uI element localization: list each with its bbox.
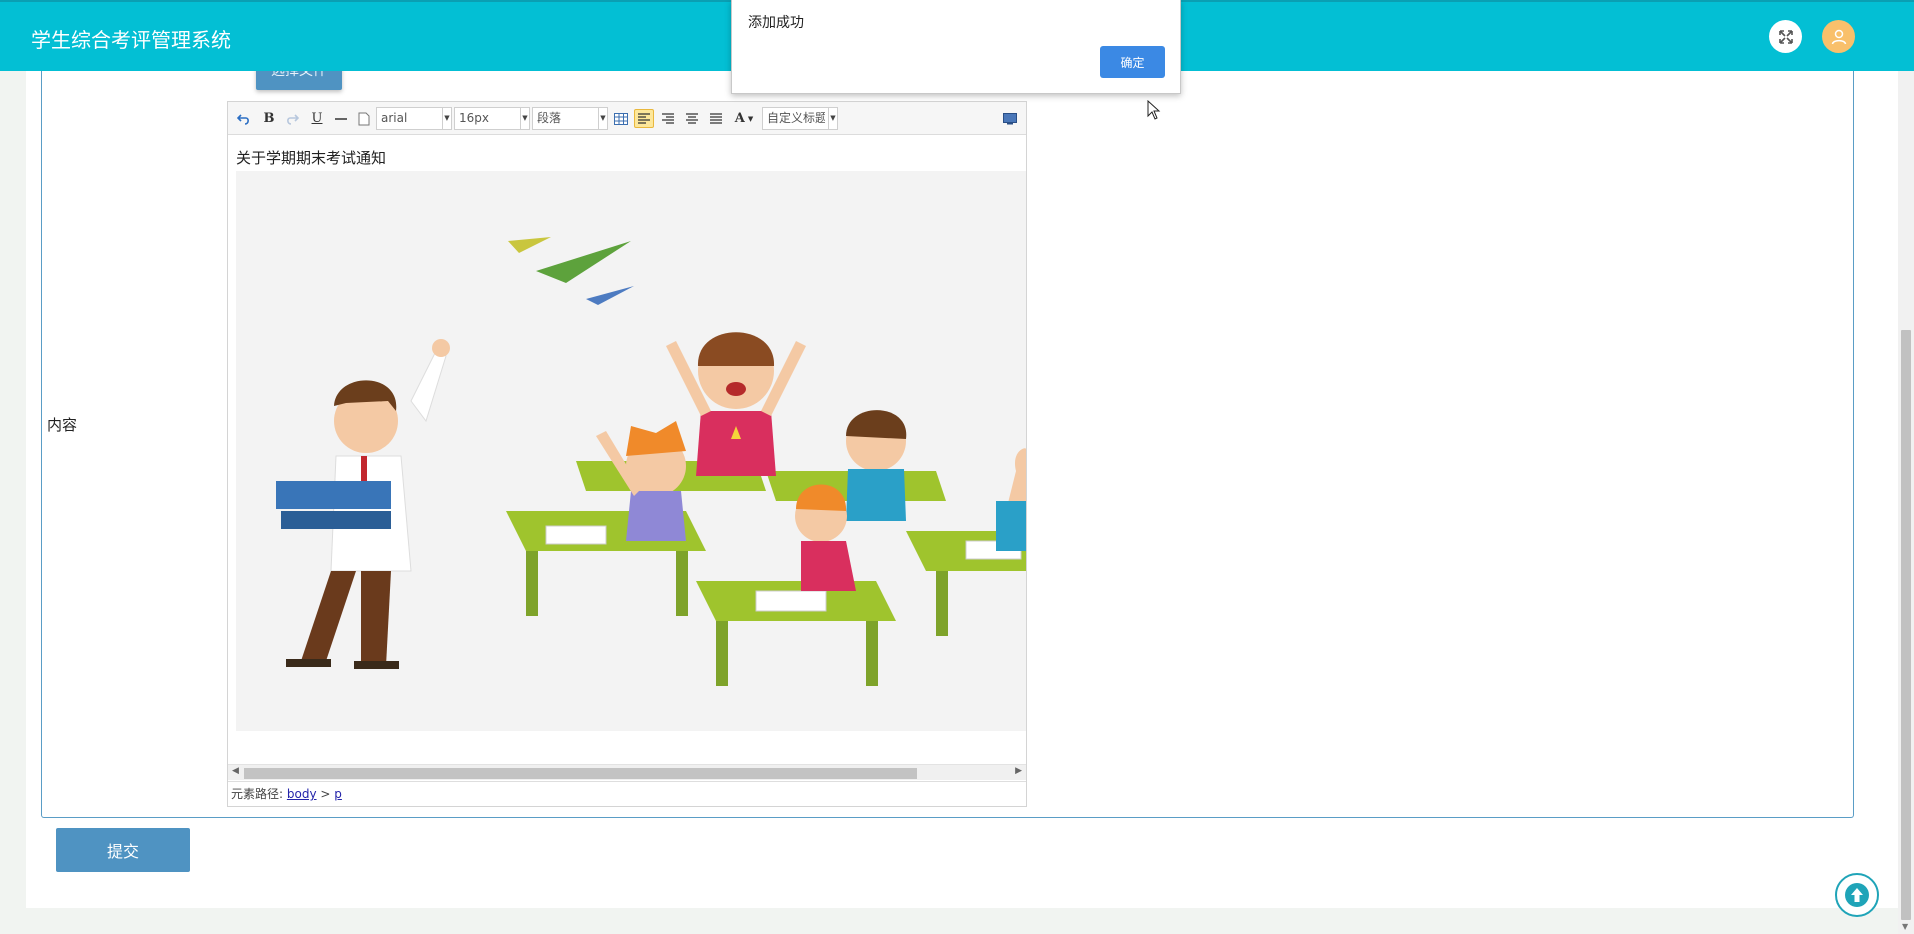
expand-icon (1778, 29, 1793, 44)
path-separator: > (320, 787, 331, 801)
user-icon (1831, 29, 1846, 44)
app-title: 学生综合考评管理系统 (31, 28, 231, 52)
table-icon[interactable] (612, 109, 630, 128)
underline-icon[interactable]: U (308, 109, 326, 128)
editor-toolbar: B U arial ▼ 16px ▼ 段落 ▼ A ▼ 自定义标题 ▼ (228, 102, 1026, 135)
align-justify-icon[interactable] (707, 109, 725, 128)
font-size-value: 16px (459, 111, 489, 125)
mouse-cursor-icon (1147, 100, 1161, 120)
chevron-down-icon: ▼ (747, 114, 754, 123)
path-link-body[interactable]: body (287, 787, 317, 801)
scrollbar-thumb[interactable] (244, 768, 917, 779)
content-label: 内容 (47, 416, 78, 434)
font-color-glyph: A (734, 111, 745, 126)
preview-icon[interactable] (1001, 109, 1019, 128)
font-size-select[interactable]: 16px ▼ (454, 107, 530, 130)
path-link-p[interactable]: p (334, 787, 342, 801)
alert-ok-button[interactable]: 确定 (1100, 46, 1165, 78)
editor-content-area[interactable]: 关于学期期末考试通知 (228, 136, 1026, 764)
font-color-icon[interactable]: A ▼ (731, 109, 757, 128)
alert-message: 添加成功 (748, 15, 804, 31)
horizontal-rule-icon[interactable] (332, 109, 350, 128)
element-path-bar: 元素路径: body > p (228, 781, 1026, 806)
arrow-up-icon (1845, 883, 1869, 907)
chevron-down-icon: ▼ (442, 108, 451, 129)
submit-button[interactable]: 提交 (56, 828, 190, 872)
alert-dialog: 添加成功 确定 (731, 0, 1181, 94)
font-family-select[interactable]: arial ▼ (376, 107, 452, 130)
align-left-icon[interactable] (634, 109, 654, 128)
custom-title-select[interactable]: 自定义标题 ▼ (762, 107, 838, 130)
classroom-image[interactable] (236, 171, 1026, 731)
back-to-top-button[interactable] (1835, 873, 1879, 917)
chevron-down-icon: ▼ (598, 108, 607, 129)
editor-horizontal-scrollbar[interactable]: ◀ ▶ (228, 764, 1026, 780)
undo-icon[interactable] (235, 109, 253, 128)
custom-title-value: 自定义标题 (767, 111, 825, 125)
paragraph-format-select[interactable]: 段落 ▼ (532, 107, 608, 130)
paragraph-format-value: 段落 (537, 111, 562, 125)
redo-icon[interactable] (283, 109, 301, 128)
scroll-left-icon[interactable]: ◀ (232, 766, 239, 776)
align-right-icon[interactable] (659, 109, 677, 128)
page-scrollbar-thumb[interactable] (1901, 330, 1911, 920)
page-vertical-scrollbar[interactable]: ▲ ▼ (1898, 0, 1914, 934)
element-path-label: 元素路径: (231, 787, 284, 801)
rich-text-editor: B U arial ▼ 16px ▼ 段落 ▼ A ▼ 自定义标题 ▼ 关于学期… (227, 101, 1027, 807)
document-paragraph: 关于学期期末考试通知 (236, 149, 387, 167)
bold-icon[interactable]: B (260, 109, 278, 128)
fullscreen-button[interactable] (1769, 20, 1802, 53)
scroll-down-icon[interactable]: ▼ (1902, 922, 1908, 931)
page-icon[interactable] (355, 109, 373, 128)
align-center-icon[interactable] (683, 109, 701, 128)
scroll-right-icon[interactable]: ▶ (1015, 766, 1022, 776)
chevron-down-icon: ▼ (520, 108, 529, 129)
classroom-illustration-icon (276, 237, 1026, 686)
avatar[interactable] (1822, 20, 1855, 53)
font-family-value: arial (381, 111, 408, 125)
chevron-down-icon: ▼ (828, 108, 837, 129)
